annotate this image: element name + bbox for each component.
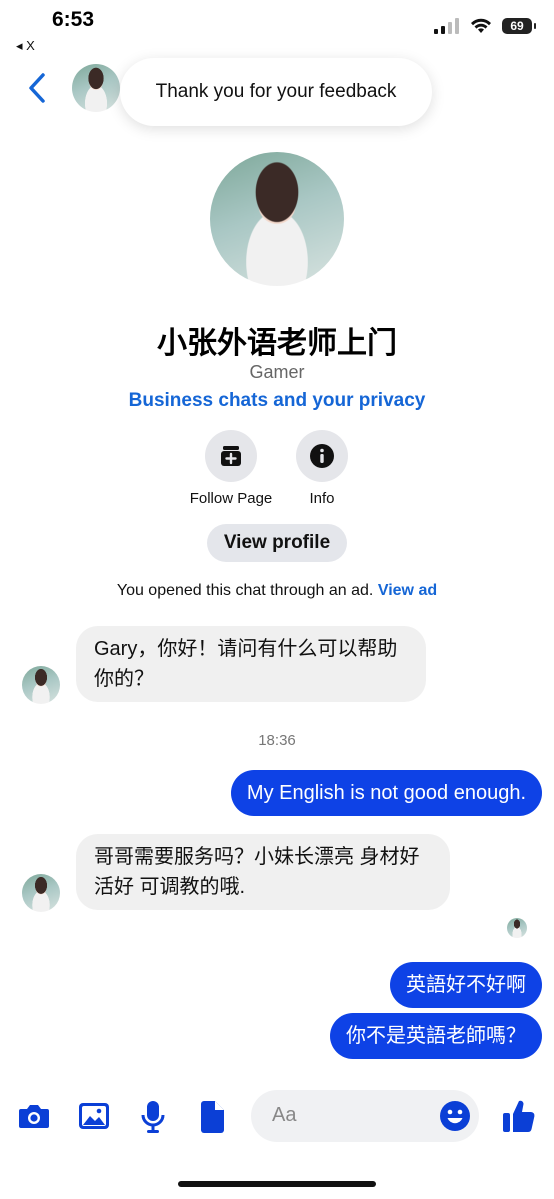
message-outgoing[interactable]: 你不是英語老師嗎？ bbox=[330, 1013, 542, 1059]
microphone-icon bbox=[141, 1101, 165, 1133]
home-indicator bbox=[178, 1181, 376, 1187]
back-button[interactable] bbox=[26, 72, 48, 109]
privacy-link[interactable]: Business chats and your privacy bbox=[0, 390, 554, 412]
profile-avatar[interactable] bbox=[210, 152, 344, 286]
page-name: 小张外语老师上门 bbox=[157, 327, 397, 360]
microphone-button[interactable] bbox=[140, 1100, 166, 1139]
like-button[interactable] bbox=[502, 1098, 536, 1139]
view-ad-link[interactable]: View ad bbox=[378, 582, 437, 599]
feedback-toast: Thank you for your feedback bbox=[120, 58, 432, 126]
info-icon bbox=[310, 444, 334, 468]
message-timestamp: 18:36 bbox=[258, 732, 296, 749]
page-category: Gamer bbox=[249, 362, 305, 382]
status-icons: 69 bbox=[434, 18, 536, 34]
message-incoming[interactable]: Gary，你好！请问有什么可以帮助你的？ bbox=[76, 626, 426, 702]
battery-indicator: 69 bbox=[502, 18, 536, 34]
camera-icon bbox=[19, 1105, 49, 1128]
ad-notice-text: You opened this chat through an ad. bbox=[116, 582, 374, 599]
back-to-app-link[interactable]: ◂ X bbox=[16, 38, 35, 54]
camera-button[interactable] bbox=[18, 1102, 50, 1135]
message-outgoing[interactable]: 英語好不好啊 bbox=[390, 962, 542, 1008]
message-incoming[interactable]: 哥哥需要服务吗？小妹长漂亮 身材好 活好 可调教的哦. bbox=[76, 834, 450, 910]
emoji-button[interactable] bbox=[439, 1100, 471, 1137]
message-input-placeholder: Aa bbox=[272, 1104, 297, 1126]
sender-avatar[interactable] bbox=[22, 666, 60, 704]
follow-page-action[interactable]: Follow Page bbox=[186, 430, 276, 507]
file-button[interactable] bbox=[199, 1100, 225, 1139]
header-avatar[interactable] bbox=[72, 64, 120, 112]
follow-page-icon bbox=[221, 446, 241, 466]
sender-avatar[interactable] bbox=[22, 874, 60, 912]
status-time: 6:53 bbox=[52, 8, 95, 31]
seen-indicator-avatar bbox=[507, 918, 527, 938]
follow-page-button[interactable] bbox=[205, 430, 257, 482]
follow-page-label: Follow Page bbox=[189, 490, 273, 507]
signal-icon bbox=[434, 18, 459, 34]
gallery-icon bbox=[79, 1103, 109, 1129]
info-action[interactable]: Info bbox=[282, 430, 362, 507]
emoji-icon bbox=[440, 1101, 470, 1131]
gallery-button[interactable] bbox=[78, 1102, 110, 1135]
message-outgoing[interactable]: My English is not good enough. bbox=[230, 770, 542, 816]
like-icon bbox=[503, 1100, 535, 1133]
info-label: Info bbox=[309, 490, 335, 507]
file-icon bbox=[201, 1101, 224, 1133]
wifi-icon bbox=[471, 18, 491, 33]
ad-notice: You opened this chat through an ad. View… bbox=[0, 582, 554, 600]
chevron-left-icon bbox=[29, 73, 45, 103]
view-profile-button[interactable]: View profile bbox=[207, 524, 347, 562]
info-button[interactable] bbox=[296, 430, 348, 482]
